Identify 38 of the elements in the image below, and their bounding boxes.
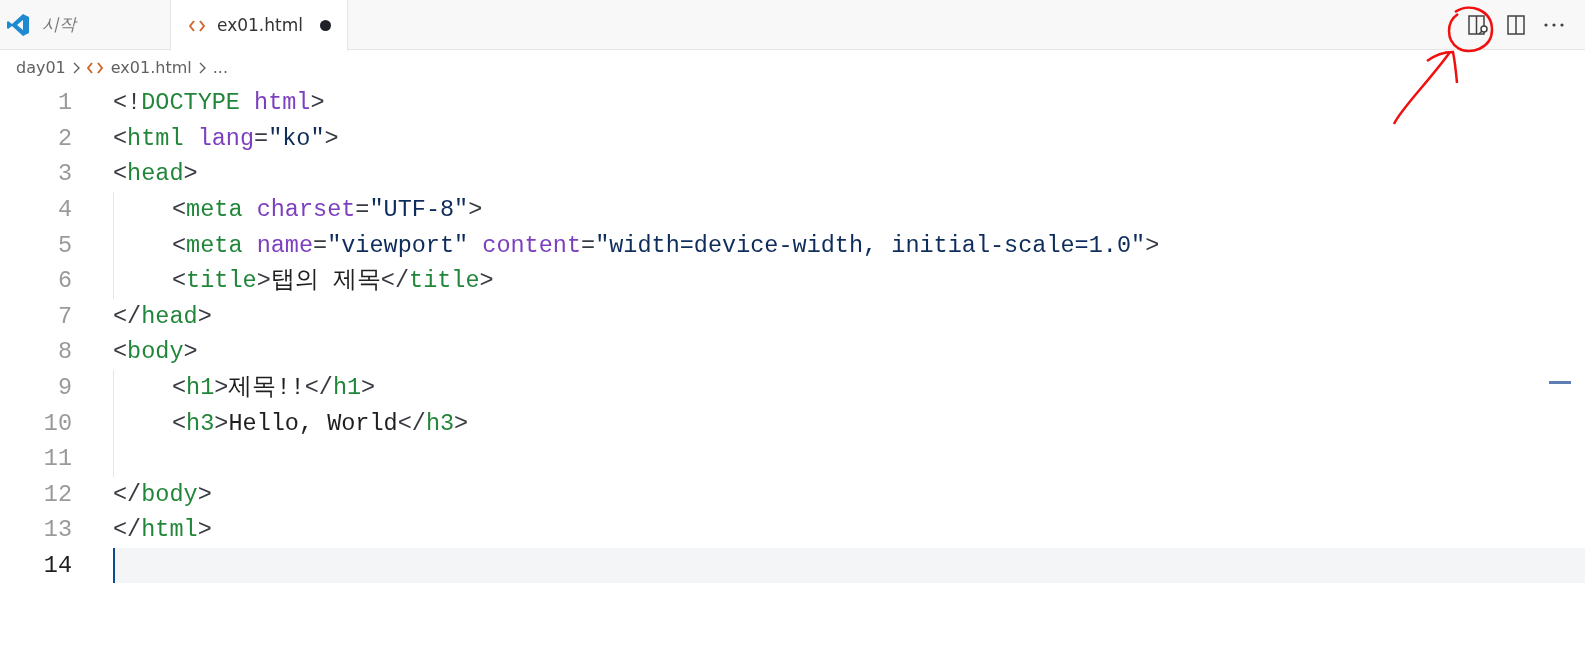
line-number: 14 xyxy=(42,550,72,581)
line-number: 6 xyxy=(56,266,72,297)
tab-label: 시작 xyxy=(42,13,76,37)
line-number: 9 xyxy=(56,372,72,403)
code-line: <!DOCTYPE html> xyxy=(113,88,325,119)
code-line: <body> xyxy=(113,337,198,368)
code-line: </head> xyxy=(113,301,212,332)
code-brackets-icon xyxy=(189,18,205,33)
code-line: <meta name="viewport" content="width=device-width, initial-scale=1.0"> xyxy=(172,230,1160,261)
vscode-logo-icon xyxy=(6,13,30,37)
code-line: <html lang="ko"> xyxy=(113,123,339,154)
code-line: <h3>Hello, World</h3> xyxy=(172,408,469,439)
line-number: 3 xyxy=(56,159,72,190)
line-number: 11 xyxy=(42,444,72,475)
chevron-icon xyxy=(197,60,207,75)
code-line: <meta charset="UTF-8"> xyxy=(172,194,483,225)
code-line: <h1>제목!!</h1> xyxy=(172,372,376,403)
line-number: 8 xyxy=(56,337,72,368)
tab-label: ex01.html xyxy=(217,13,303,37)
code-line: </body> xyxy=(113,479,212,510)
line-number: 12 xyxy=(42,479,72,510)
editor-tab[interactable]: ex01.html xyxy=(171,0,348,51)
line-number: 7 xyxy=(56,301,72,332)
line-number: 13 xyxy=(42,515,72,546)
code-line: </html> xyxy=(113,515,212,546)
line-number: 1 xyxy=(56,88,72,119)
line-number: 2 xyxy=(56,123,72,154)
breadcrumb-item[interactable]: day01 xyxy=(16,55,66,80)
line-number: 5 xyxy=(56,230,72,261)
line-number: 10 xyxy=(42,408,72,439)
chevron-icon xyxy=(71,60,81,75)
overview-ruler-mark xyxy=(1549,381,1571,384)
breadcrumb-item[interactable]: ex01.html xyxy=(110,55,192,80)
code-line: <title>탭의 제목</title> xyxy=(172,266,494,297)
breadcrumb-more[interactable]: ... xyxy=(212,55,228,80)
line-number: 4 xyxy=(56,194,72,225)
code-line: <head> xyxy=(113,159,198,190)
code-brackets-icon xyxy=(86,60,103,75)
